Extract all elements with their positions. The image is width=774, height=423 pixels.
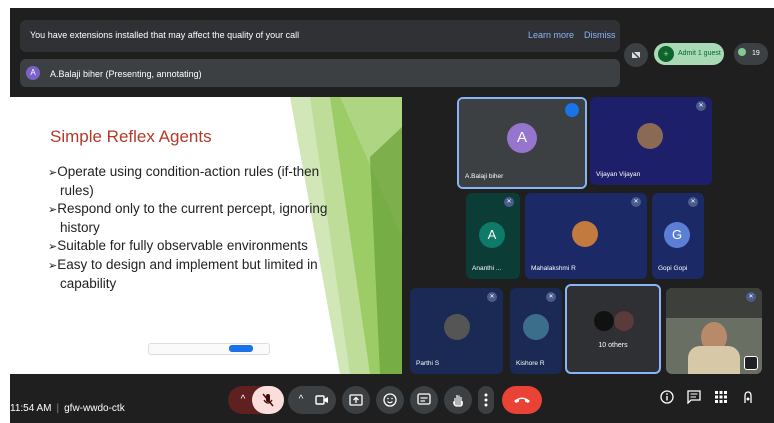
more-options-button[interactable] — [478, 386, 494, 414]
participant-name: Mahalakshmi R — [531, 265, 576, 272]
camera-button[interactable] — [308, 386, 336, 414]
participant-photo — [614, 311, 634, 331]
presenter-avatar: A — [26, 66, 40, 80]
activities-button[interactable] — [714, 390, 734, 410]
mic-off-icon: ✕ — [746, 292, 756, 302]
captions-icon — [417, 393, 431, 405]
camera-control-group: ^ — [288, 386, 336, 414]
mic-off-icon: ✕ — [631, 197, 641, 207]
stop-sharing-button[interactable] — [229, 345, 253, 352]
mic-off-icon: ✕ — [696, 101, 706, 111]
mic-control-group: ^ — [228, 386, 284, 414]
participant-tile-gopi[interactable]: ✕ G Gopi Gopi — [652, 193, 704, 279]
bottom-control-bar: 11:54 AM | gfw-wwdo-ctk ^ ^ — [10, 374, 774, 423]
pin-icon[interactable] — [744, 356, 758, 370]
participant-avatar: G — [664, 222, 690, 248]
people-icon — [738, 48, 746, 56]
participant-tile-ananthi[interactable]: ✕ A Ananthi ... — [466, 193, 520, 279]
activities-icon — [715, 391, 727, 403]
meeting-details-button[interactable] — [660, 390, 680, 410]
present-button[interactable] — [342, 386, 370, 414]
learn-more-link[interactable]: Learn more — [528, 30, 574, 40]
host-controls-button[interactable] — [741, 390, 761, 410]
participant-name: Parthi S — [416, 360, 440, 367]
participant-tile-parthi[interactable]: ✕ Parthi S — [410, 288, 503, 374]
chat-icon — [687, 390, 701, 405]
raise-hand-button[interactable] — [444, 386, 472, 414]
present-icon — [349, 394, 363, 406]
participant-photo — [594, 311, 614, 331]
people-button[interactable]: 19 — [734, 43, 768, 65]
participant-avatar: A — [507, 123, 537, 153]
banner-message: You have extensions installed that may a… — [30, 30, 300, 40]
participant-name: Vijayan Vijayan — [596, 171, 641, 178]
participant-name: Gopi Gopi — [658, 265, 688, 272]
camera-icon — [315, 395, 328, 405]
meeting-info: 11:54 AM | gfw-wwdo-ctk — [10, 403, 125, 414]
participant-tile-others[interactable]: 10 others — [565, 284, 661, 374]
raise-hand-icon — [453, 395, 463, 407]
dismiss-button[interactable]: Dismiss — [584, 30, 616, 40]
captions-button[interactable] — [410, 386, 438, 414]
add-person-icon: + — [658, 46, 674, 62]
participant-video-body — [688, 346, 740, 374]
info-icon — [660, 390, 674, 404]
others-count-label: 10 others — [598, 342, 628, 349]
admit-guest-label: Admit 1 guest — [678, 50, 721, 57]
participant-tile-vijayan[interactable]: ✕ Vijayan Vijayan — [590, 97, 712, 185]
presented-slide: Simple Reflex Agents ➢Operate using cond… — [10, 97, 402, 374]
emoji-icon — [383, 393, 397, 407]
no-camera-icon[interactable] — [624, 43, 648, 67]
mic-off-button[interactable] — [252, 386, 284, 414]
slide-bullet: ➢Operate using condition-action rules (i… — [48, 164, 320, 198]
participant-name: Ananthi ... — [472, 265, 502, 272]
participant-name: Kishore R — [516, 360, 545, 367]
participant-photo — [523, 314, 549, 340]
mic-off-icon: ✕ — [504, 197, 514, 207]
mic-off-icon: ✕ — [688, 197, 698, 207]
slide-bullet: ➢Respond only to the current percept, ig… — [48, 201, 328, 235]
participant-tile-balaji[interactable]: A A.Balaji biher — [457, 97, 587, 189]
presenter-label: A.Balaji biher (Presenting, annotating) — [50, 69, 202, 79]
participant-tile-video[interactable]: ✕ — [666, 288, 762, 374]
more-icon — [484, 393, 488, 407]
extensions-banner: You have extensions installed that may a… — [20, 20, 620, 52]
admit-guest-button[interactable]: + Admit 1 guest — [654, 43, 724, 65]
slide-bullets: ➢Operate using condition-action rules (i… — [48, 163, 338, 293]
participant-avatar: A — [479, 222, 505, 248]
presentation-mini-bar — [148, 343, 270, 355]
mic-options-chevron-icon[interactable]: ^ — [234, 386, 252, 414]
participant-photo — [572, 221, 598, 247]
slide-bullet: ➢Easy to design and implement but limite… — [48, 257, 318, 291]
chat-button[interactable] — [687, 390, 707, 410]
leave-call-icon — [514, 397, 530, 403]
participant-tile-mahalakshmi[interactable]: ✕ Mahalakshmi R — [525, 193, 647, 279]
meeting-code: gfw-wwdo-ctk — [64, 403, 125, 414]
participant-photo — [444, 314, 470, 340]
speaking-indicator-icon — [565, 103, 579, 117]
mic-off-icon: ✕ — [546, 292, 556, 302]
host-controls-icon — [744, 391, 752, 403]
slide-title: Simple Reflex Agents — [50, 127, 212, 146]
participant-tile-kishore[interactable]: ✕ Kishore R — [510, 288, 562, 374]
mic-off-icon — [262, 393, 274, 407]
participant-name: A.Balaji biher — [465, 173, 504, 180]
camera-options-chevron-icon[interactable]: ^ — [294, 386, 308, 414]
mic-off-icon: ✕ — [487, 292, 497, 302]
current-time: 11:54 AM — [10, 403, 52, 414]
presenter-bar: A A.Balaji biher (Presenting, annotating… — [20, 59, 620, 87]
emoji-button[interactable] — [376, 386, 404, 414]
slide-bullet: ➢Suitable for fully observable environme… — [48, 238, 308, 253]
participant-photo — [637, 123, 663, 149]
people-count: 19 — [752, 50, 760, 57]
leave-call-button[interactable] — [502, 386, 542, 414]
meet-window: You have extensions installed that may a… — [10, 8, 774, 423]
